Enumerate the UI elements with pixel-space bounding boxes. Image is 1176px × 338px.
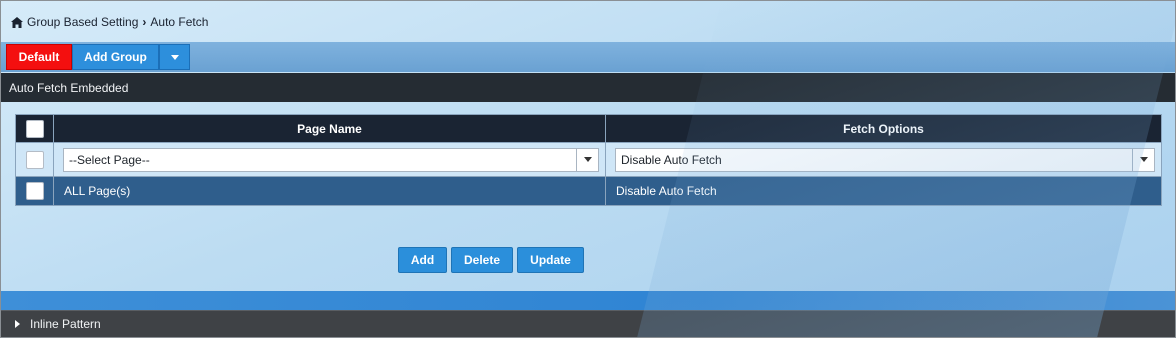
breadcrumb-item-group-setting[interactable]: Group Based Setting bbox=[27, 15, 138, 29]
caret-down-icon bbox=[170, 54, 179, 60]
chevron-down-icon bbox=[1139, 157, 1148, 162]
page-select-cell: --Select Page-- bbox=[53, 142, 606, 177]
delete-button[interactable]: Delete bbox=[451, 247, 513, 273]
page-select-value: --Select Page-- bbox=[69, 152, 150, 167]
fetch-options-select[interactable]: Disable Auto Fetch bbox=[615, 147, 1155, 172]
row-page-name: ALL Page(s) bbox=[53, 176, 606, 206]
section-header: Auto Fetch Embedded bbox=[1, 73, 1175, 102]
fetch-select-arrow[interactable] bbox=[1132, 148, 1154, 171]
row-fetch-option: Disable Auto Fetch bbox=[605, 176, 1162, 206]
fetch-select-value: Disable Auto Fetch bbox=[621, 152, 722, 167]
table-row[interactable]: ALL Page(s) Disable Auto Fetch bbox=[15, 176, 1162, 206]
chevron-down-icon bbox=[583, 157, 592, 162]
fetch-select-cell: Disable Auto Fetch bbox=[605, 142, 1162, 177]
default-button[interactable]: Default bbox=[6, 44, 72, 70]
update-button[interactable]: Update bbox=[517, 247, 584, 273]
section-title: Auto Fetch Embedded bbox=[9, 80, 129, 95]
inline-pattern-section[interactable]: Inline Pattern bbox=[1, 310, 1175, 337]
select-all-checkbox[interactable] bbox=[25, 119, 44, 138]
page-select-arrow[interactable] bbox=[576, 148, 598, 171]
fetch-options-header: Fetch Options bbox=[605, 114, 1162, 143]
group-dropdown-button[interactable] bbox=[159, 44, 190, 70]
add-button[interactable]: Add bbox=[398, 247, 447, 273]
caret-right-icon bbox=[15, 320, 20, 328]
breadcrumb-item-auto-fetch: Auto Fetch bbox=[150, 15, 209, 29]
input-row-checkbox[interactable] bbox=[25, 150, 44, 169]
row-check-cell bbox=[15, 176, 54, 206]
auto-fetch-table: Page Name Fetch Options --Select Page-- bbox=[15, 114, 1162, 206]
section-footer-band bbox=[1, 291, 1175, 310]
input-row: --Select Page-- Disable Auto Fetch bbox=[15, 142, 1162, 177]
breadcrumb: Group Based Setting › Auto Fetch bbox=[11, 14, 208, 30]
input-row-check-cell bbox=[15, 142, 54, 177]
app-frame: Group Based Setting › Auto Fetch Default… bbox=[0, 0, 1176, 338]
row-checkbox[interactable] bbox=[25, 182, 44, 200]
select-all-header bbox=[15, 114, 54, 143]
page-name-header: Page Name bbox=[53, 114, 606, 143]
inline-pattern-title: Inline Pattern bbox=[30, 317, 101, 331]
page-select[interactable]: --Select Page-- bbox=[63, 147, 599, 172]
home-icon bbox=[11, 16, 23, 28]
chevron-right-icon: › bbox=[142, 15, 147, 29]
add-group-button[interactable]: Add Group bbox=[72, 44, 159, 70]
